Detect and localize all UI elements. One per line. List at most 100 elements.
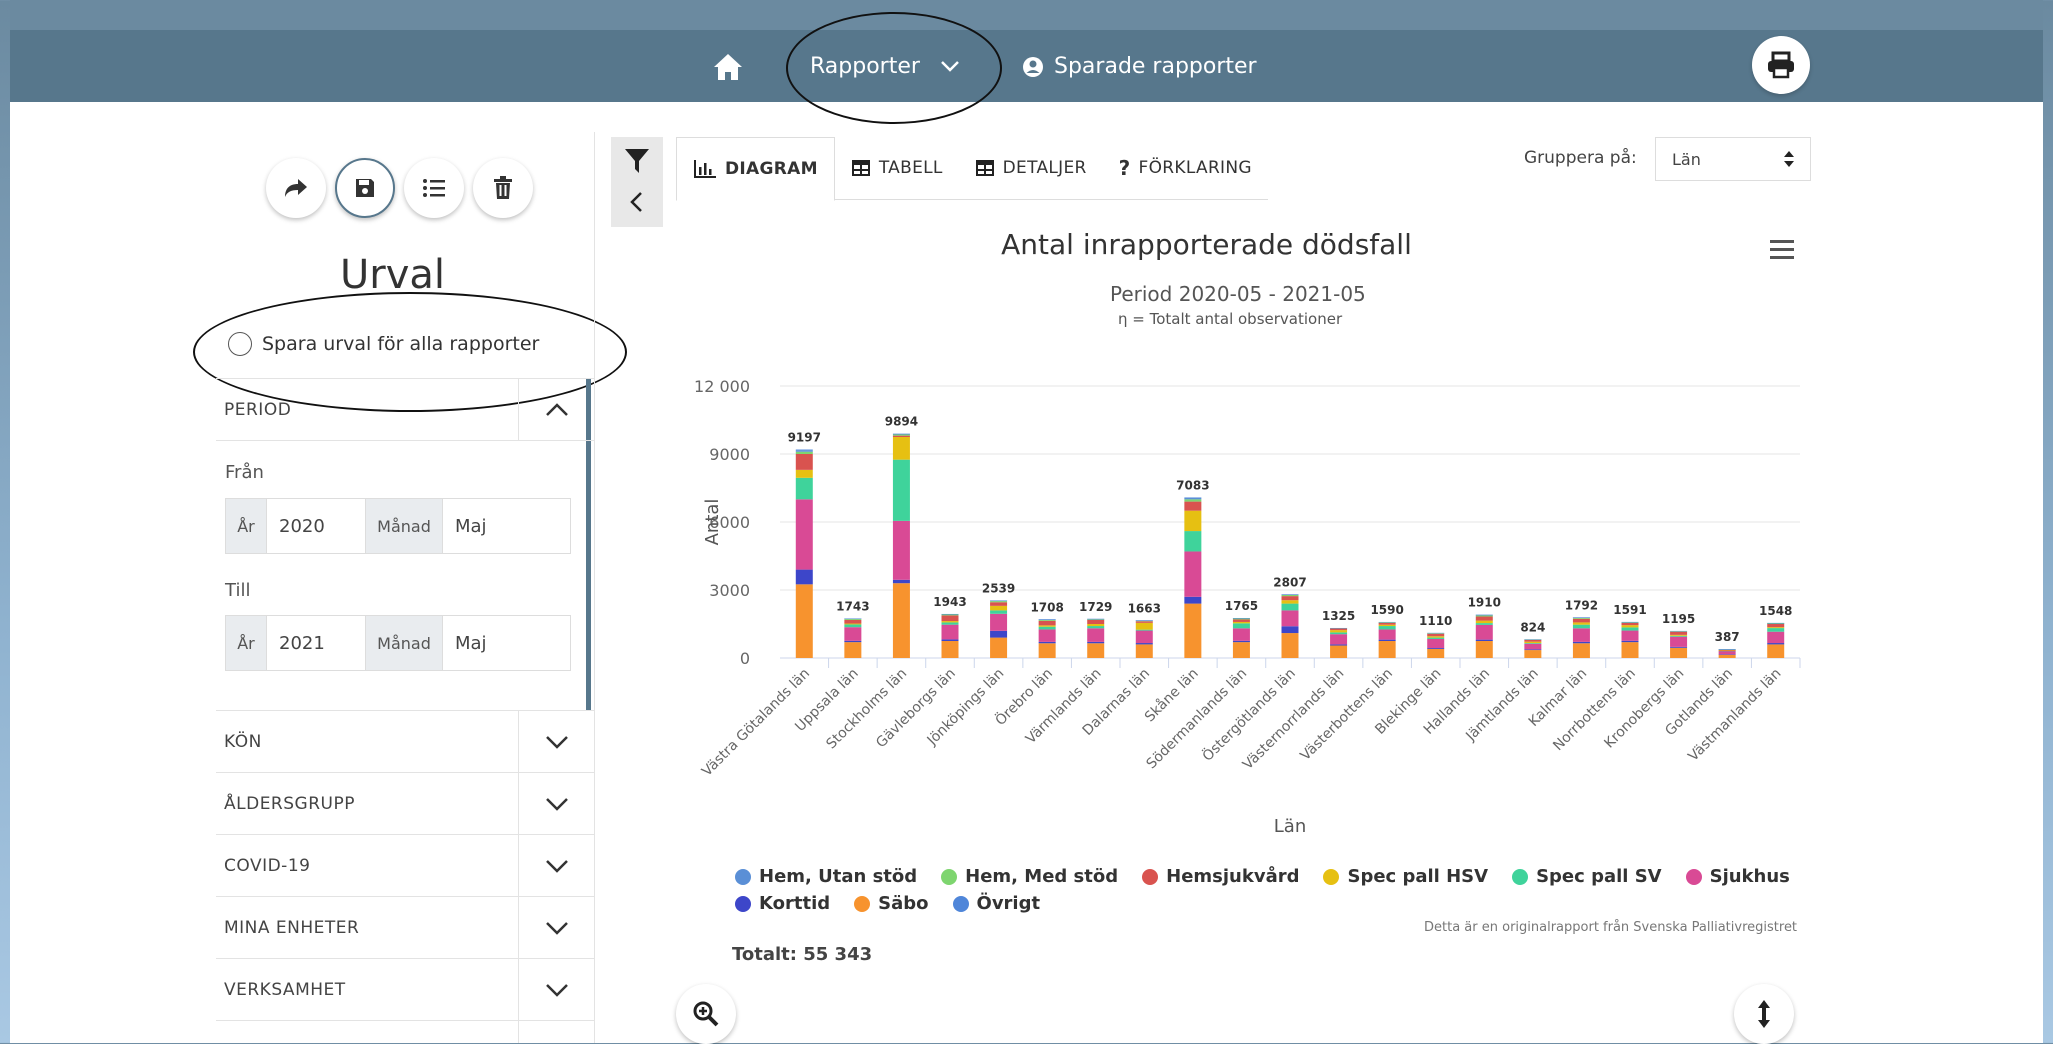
- chevron-down-icon[interactable]: [518, 711, 595, 773]
- chart-note: η = Totalt antal observationer: [1118, 310, 1343, 328]
- bar-segment: [795, 449, 813, 451]
- bar-segment: [1038, 629, 1056, 642]
- x-axis-label: Län: [1274, 816, 1306, 837]
- chart-legend: Hem, Utan stöd Hem, Med stöd Hemsjukvård Sp…: [735, 866, 1815, 914]
- bar-segment: [1718, 654, 1736, 655]
- bar-segment: [1281, 600, 1299, 604]
- chevron-down-icon[interactable]: [518, 835, 595, 897]
- save-button[interactable]: [335, 158, 395, 218]
- accordion-aldersgrupp[interactable]: ÅLDERSGRUPP: [216, 772, 594, 835]
- legend-item[interactable]: Hem, Med stöd: [941, 866, 1118, 887]
- print-button[interactable]: [1752, 36, 1810, 94]
- data-label: 1708: [1030, 600, 1063, 614]
- save-icon: [356, 179, 374, 197]
- tab-tabell[interactable]: TABELL: [835, 137, 959, 199]
- bar-segment: [795, 569, 813, 585]
- bar-segment: [1087, 624, 1105, 627]
- bar-segment: [795, 451, 813, 454]
- bar-segment: [1330, 627, 1348, 629]
- bar-segment: [1038, 620, 1056, 626]
- top-strip: [10, 0, 2043, 30]
- legend-item[interactable]: Hemsjukvård: [1142, 866, 1299, 887]
- legend-label: Säbo: [878, 893, 929, 914]
- bar-segment: [990, 601, 1008, 603]
- home-icon[interactable]: [712, 52, 744, 82]
- bar-segment: [941, 641, 959, 658]
- legend-item[interactable]: Sjukhus: [1685, 866, 1790, 887]
- chevron-down-icon[interactable]: [518, 897, 595, 959]
- bar-segment: [1232, 618, 1250, 620]
- bar-segment: [1572, 643, 1590, 658]
- accordion-period[interactable]: PERIOD: [216, 378, 594, 441]
- bar-segment: [1330, 628, 1348, 631]
- legend-marker: [952, 895, 969, 912]
- tab-diagram[interactable]: DIAGRAM: [676, 137, 835, 201]
- bar-segment: [1475, 615, 1493, 617]
- accordion-verksamhet[interactable]: VERKSAMHET: [216, 958, 594, 1021]
- legend-marker: [735, 895, 751, 912]
- bar-segment: [1378, 621, 1396, 623]
- share-button[interactable]: [266, 158, 326, 218]
- zoom-button[interactable]: [676, 984, 736, 1044]
- bar-segment: [1524, 641, 1542, 644]
- legend-label: Spec pall HSV: [1347, 866, 1489, 887]
- data-label: 1765: [1225, 599, 1258, 613]
- bar-segment: [1718, 649, 1736, 650]
- accordion-label: KÖN: [224, 732, 262, 752]
- nav-sparade-rapporter[interactable]: Sparade rapporter: [1022, 52, 1257, 82]
- data-label: 1591: [1613, 603, 1646, 617]
- legend-item[interactable]: Övrigt: [952, 893, 1040, 914]
- legend-marker: [854, 895, 871, 912]
- legend-label: Hemsjukvård: [1166, 866, 1300, 887]
- bar-segment: [990, 630, 1008, 638]
- print-icon: [1768, 51, 1794, 79]
- accordion-label: ÅLDERSGRUPP: [224, 794, 355, 814]
- chevron-up-icon[interactable]: [518, 379, 595, 441]
- bar-segment: [844, 618, 862, 619]
- legend-item[interactable]: Korttid: [735, 893, 830, 914]
- bar-segment: [1572, 641, 1590, 644]
- bar-segment: [941, 621, 959, 623]
- accordion-mina-enheter[interactable]: MINA ENHETER: [216, 896, 594, 959]
- accordion-kon[interactable]: KÖN: [216, 710, 594, 773]
- accordion-covid[interactable]: COVID-19: [216, 834, 594, 897]
- till-ar-input[interactable]: 2021: [267, 616, 366, 670]
- chart-title-wrap: Antal inrapporterade dödsfall: [0, 228, 2053, 261]
- bar-segment: [1087, 618, 1105, 620]
- delete-button[interactable]: [473, 158, 533, 218]
- legend-item[interactable]: Hem, Utan stöd: [735, 866, 917, 887]
- fran-manad-input[interactable]: Maj: [443, 499, 487, 553]
- resize-height-button[interactable]: [1734, 984, 1794, 1044]
- bar-segment: [1718, 650, 1736, 652]
- bar-segment: [1184, 501, 1202, 511]
- tab-forklaring[interactable]: ? FÖRKLARING: [1103, 137, 1268, 199]
- bar-segment: [1767, 644, 1785, 658]
- data-label: 7083: [1176, 478, 1209, 492]
- bar-segment: [1281, 610, 1299, 627]
- chart-title: Antal inrapporterade dödsfall: [1001, 228, 1412, 261]
- legend-item[interactable]: Spec pall HSV: [1323, 866, 1488, 887]
- bar-segment: [1621, 627, 1639, 631]
- fran-ar-input[interactable]: 2020: [267, 499, 366, 553]
- bar-segment: [1621, 621, 1639, 623]
- chart-menu-icon[interactable]: [1770, 240, 1794, 264]
- bar-segment: [1038, 643, 1056, 658]
- chevron-down-icon[interactable]: [518, 773, 595, 835]
- legend-item[interactable]: Spec pall SV: [1512, 866, 1662, 887]
- till-manad-input[interactable]: Maj: [443, 616, 487, 670]
- tab-detaljer[interactable]: DETALJER: [959, 137, 1103, 199]
- bar-segment: [892, 459, 910, 521]
- list-button[interactable]: [404, 158, 464, 218]
- gruppera-select[interactable]: Län: [1655, 137, 1811, 181]
- chevron-down-icon[interactable]: [518, 959, 595, 1021]
- filter-panel-toggle[interactable]: [611, 137, 663, 227]
- bar-segment: [1767, 631, 1785, 644]
- chevron-left-icon: [630, 192, 642, 212]
- legend-item[interactable]: Säbo: [854, 893, 929, 914]
- x-tick-label: Västerbottens län: [1298, 666, 1396, 764]
- bar-segment: [1281, 603, 1299, 611]
- data-label: 1110: [1419, 614, 1452, 628]
- data-label: 824: [1520, 620, 1545, 634]
- bar-segment: [1621, 625, 1639, 628]
- ar-prefix: År: [226, 616, 267, 670]
